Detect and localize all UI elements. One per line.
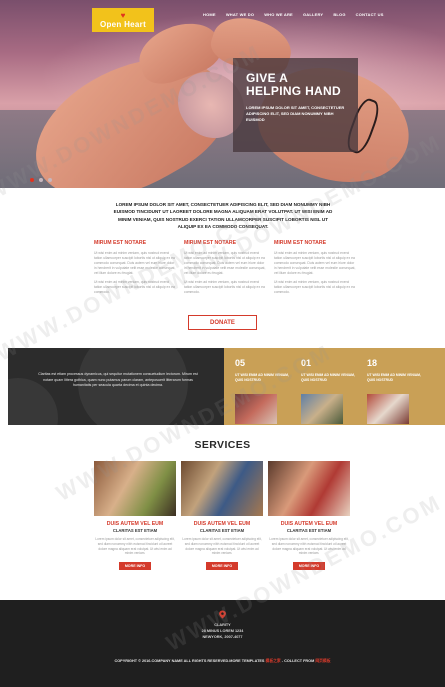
stat-text: UT WISI ENIM AD MINIM VENIAM, QUIS NOSTR… [301,373,355,382]
feature-text: Ut wisi enim ad minim veniam, quis nostr… [184,251,266,275]
stat-item: 01 UT WISI ENIM AD MINIM VENIAM, QUIS NO… [301,358,356,424]
hero-heading: GIVE A HELPING HAND [246,71,341,98]
more-info-button[interactable]: MORE INFO [206,562,238,571]
feature-column: MIRUM EST NOTARE Ut wisi enim ad minim v… [274,240,356,299]
feature-title: MIRUM EST NOTARE [184,240,237,246]
copyright-text: COPYRIGHT © 2016.COMPANY NAME ALL RIGHTS… [114,659,265,663]
nav-gallery[interactable]: GALLERY [303,12,323,17]
templates-link[interactable]: 模板之家 [266,659,281,663]
logo[interactable]: ♥ Open Heart [92,8,154,32]
service-subtitle: CLARITAS EST ETIAM [286,528,332,533]
stat-photo [367,394,409,424]
feature-text: Ut wisi enim ad minim veniam, quis nostr… [274,251,356,275]
copyright-text: - COLLECT FROM [281,659,315,663]
footer-address: CLARITY 28 MINUS LOREM 1234 NEWYORK, 200… [0,622,445,640]
stat-photo [235,394,277,424]
copyright: COPYRIGHT © 2016.COMPANY NAME ALL RIGHTS… [0,659,445,664]
stat-item: 18 UT WISI ENIM AD MINIM VENIAM, QUIS NO… [367,358,422,424]
nav-what-we-do[interactable]: WHAT WE DO [226,12,254,17]
service-title: DUIS AUTEM VEL EUM [193,521,251,527]
hero-caption: GIVE A HELPING HAND LOREM IPSUM DOLOR SI… [233,58,358,152]
intro-text: LOREM IPSUM DOLOR SIT AMET, CONSECTETUER… [113,202,333,230]
slider-dot-1[interactable] [30,178,34,182]
more-info-button[interactable]: MORE INFO [293,562,325,571]
service-card: DUIS AUTEM VEL EUM CLARITAS EST ETIAM Lo… [94,461,176,571]
service-text: Lorem ipsum dolor sit amet, consectetuer… [182,537,262,556]
service-title: DUIS AUTEM VEL EUM [106,521,164,527]
logo-text: Open Heart [99,19,147,29]
stats-panel: 05 UT WISI ENIM AD MINIM VENIAM, QUIS NO… [224,348,445,425]
slider-dot-3[interactable] [48,178,52,182]
stat-number: 01 [301,358,312,368]
stat-text: UT WISI ENIM AD MINIM VENIAM, QUIS NOSTR… [235,373,289,382]
service-photo [181,461,263,516]
feature-text: Ut wisi enim ad minim veniam, quis nostr… [274,280,355,294]
feature-title: MIRUM EST NOTARE [94,240,147,246]
quote-panel: Claritas est etiam processus dynamicus, … [8,348,224,425]
location-pin-icon [219,610,226,619]
service-photo [268,461,350,516]
page: ♥ Open Heart HOME WHAT WE DO WHO WE ARE … [0,0,445,687]
service-title: DUIS AUTEM VEL EUM [280,521,338,527]
feature-columns: MIRUM EST NOTARE Ut wisi enim ad minim v… [94,240,356,299]
feature-text: Ut wisi enim ad minim veniam, quis nostr… [184,280,265,294]
collect-link[interactable]: 网页模板 [315,659,330,663]
hero-banner: ♥ Open Heart HOME WHAT WE DO WHO WE ARE … [0,0,445,188]
stat-text: UT WISI ENIM AD MINIM VENIAM, QUIS NOSTR… [367,373,421,382]
service-subtitle: CLARITAS EST ETIAM [199,528,245,533]
service-text: Lorem ipsum dolor sit amet, consectetuer… [95,537,175,556]
nav-home[interactable]: HOME [203,12,216,17]
stat-photo [301,394,343,424]
nav-blog[interactable]: BLOG [333,12,345,17]
heart-icon: ♥ [120,10,126,20]
stat-number: 05 [235,358,246,368]
donate-button[interactable]: DONATE [188,315,257,330]
main-nav: HOME WHAT WE DO WHO WE ARE GALLERY BLOG … [203,12,384,17]
nav-contact-us[interactable]: CONTACT US [356,12,384,17]
more-info-button[interactable]: MORE INFO [119,562,151,571]
service-card: DUIS AUTEM VEL EUM CLARITAS EST ETIAM Lo… [181,461,263,571]
slider-dots [30,178,52,182]
service-photo [94,461,176,516]
feature-title: MIRUM EST NOTARE [274,240,327,246]
feature-column: MIRUM EST NOTARE Ut wisi enim ad minim v… [94,240,176,299]
feature-text: Ut wisi enim ad minim veniam, quis nostr… [94,251,176,275]
feature-text: Ut wisi enim ad minim veniam, quis nostr… [94,280,175,294]
quote-text: Claritas est etiam processus dynamicus, … [38,372,198,388]
service-subtitle: CLARITAS EST ETIAM [112,528,158,533]
address-line: NEWYORK, 2007-4077 [202,635,243,639]
service-card: DUIS AUTEM VEL EUM CLARITAS EST ETIAM Lo… [268,461,350,571]
nav-who-we-are[interactable]: WHO WE ARE [264,12,293,17]
feature-column: MIRUM EST NOTARE Ut wisi enim ad minim v… [184,240,266,299]
stat-number: 18 [367,358,378,368]
service-text: Lorem ipsum dolor sit amet, consectetuer… [269,537,349,556]
stat-item: 05 UT WISI ENIM AD MINIM VENIAM, QUIS NO… [235,358,290,424]
slider-dot-2[interactable] [39,178,43,182]
services-title: SERVICES [194,439,251,451]
hero-text: LOREM IPSUM DOLOR SIT AMET, CONSECTETUER… [246,105,345,122]
